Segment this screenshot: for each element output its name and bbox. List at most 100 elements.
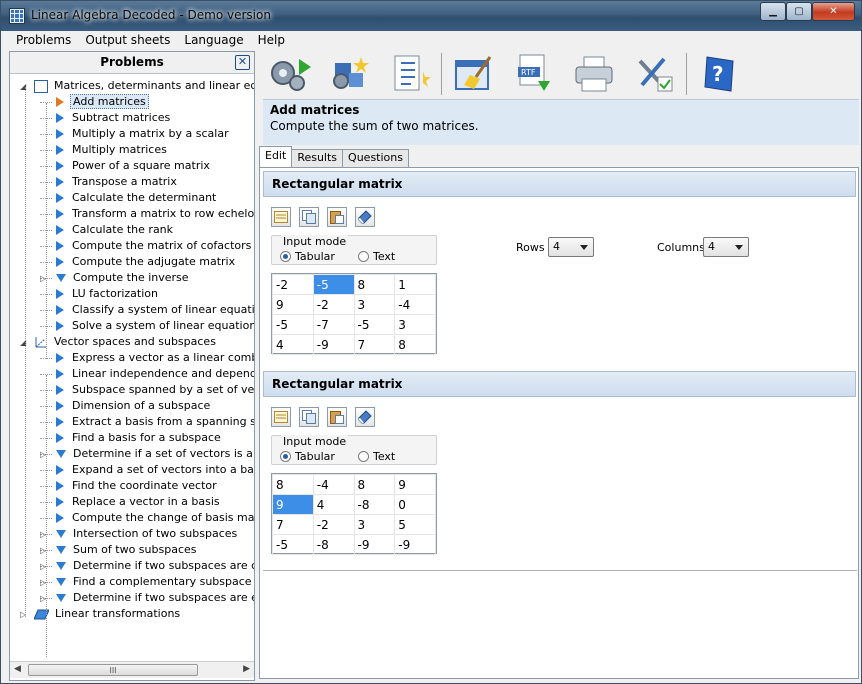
tree-group[interactable]: ◢ Vector spaces and subspaces — [20, 334, 218, 350]
expand-icon[interactable]: ▷ — [40, 530, 49, 539]
matrix-cell[interactable]: 3 — [394, 314, 436, 335]
tree-horizontal-scrollbar[interactable]: ◀ III ▶ — [10, 661, 254, 678]
tree-item[interactable]: Add matrices — [40, 94, 149, 110]
settings-button[interactable] — [627, 51, 681, 97]
matrix-cell[interactable]: 3 — [353, 514, 396, 535]
solve-button[interactable] — [262, 51, 316, 97]
matrix-cell[interactable]: 0 — [394, 494, 436, 515]
rows-dropdown[interactable]: 4 — [548, 237, 594, 257]
tree-item[interactable]: Extract a basis from a spanning set — [40, 414, 254, 430]
title-bar[interactable]: Linear Algebra Decoded - Demo version ▁ … — [1, 1, 861, 31]
matrix-cell[interactable]: 3 — [353, 294, 396, 315]
minimize-button[interactable]: ▁ — [760, 2, 786, 21]
tree-item[interactable]: ▷ Determine if two subspaces are comp — [40, 558, 254, 574]
matrix-cell[interactable]: 4 — [312, 494, 355, 515]
tree-item[interactable]: Dimension of a subspace — [40, 398, 212, 414]
menu-output-sheets[interactable]: Output sheets — [78, 33, 177, 47]
tree-item[interactable]: ▷ Intersection of two subspaces — [40, 526, 239, 542]
tree-item[interactable]: Multiply matrices — [40, 142, 169, 158]
tree-item[interactable]: Subtract matrices — [40, 110, 172, 126]
tree-item[interactable]: Express a vector as a linear combinat — [40, 350, 254, 366]
matrix-cell[interactable]: -2 — [312, 294, 355, 315]
tree-item[interactable]: Calculate the rank — [40, 222, 175, 238]
expand-icon[interactable]: ▷ — [40, 578, 49, 587]
matrix-cell[interactable]: -2 — [272, 274, 314, 295]
matrix-cell[interactable]: 8 — [353, 474, 396, 495]
tab-results[interactable]: Results — [291, 149, 344, 167]
help-button[interactable]: ? — [692, 51, 746, 97]
expand-icon[interactable]: ▷ — [40, 450, 49, 459]
tree-item[interactable]: ▷ Compute the inverse — [40, 270, 191, 286]
matrix-cell[interactable]: 8 — [353, 274, 396, 295]
matrix-cell[interactable]: 4 — [272, 334, 314, 355]
matrix-cell[interactable]: -9 — [394, 534, 436, 555]
tree-item[interactable]: Expand a set of vectors into a basis — [40, 462, 254, 478]
tree-item[interactable]: ▷ Determine if a set of vectors is a basi — [40, 446, 254, 462]
text-radio[interactable]: Text — [358, 250, 395, 263]
tree-item[interactable]: ▷ Sum of two subspaces — [40, 542, 199, 558]
menu-language[interactable]: Language — [177, 33, 250, 47]
maximize-button[interactable]: ▢ — [786, 2, 812, 21]
matrix-cell[interactable]: 9 — [394, 474, 436, 495]
matrix-cell[interactable]: 7 — [353, 334, 396, 355]
tree-item[interactable]: LU factorization — [40, 286, 160, 302]
matrix-cell[interactable]: 8 — [272, 474, 314, 495]
expand-icon[interactable]: ▷ — [40, 546, 49, 555]
close-window-button[interactable]: ✕ — [812, 2, 855, 21]
tree-item[interactable]: Find the coordinate vector — [40, 478, 219, 494]
expand-icon[interactable]: ▷ — [40, 594, 49, 603]
matrix-cell[interactable]: 9 — [272, 294, 314, 315]
tree-item[interactable]: Multiply a matrix by a scalar — [40, 126, 231, 142]
matrix-cell[interactable]: -5 — [353, 314, 396, 335]
tabular-radio[interactable]: Tabular — [280, 250, 335, 263]
copy-button[interactable] — [299, 407, 319, 427]
tree-item[interactable]: Calculate the determinant — [40, 190, 218, 206]
text-radio[interactable]: Text — [358, 450, 395, 463]
matrix-cell[interactable]: -2 — [312, 514, 355, 535]
tree-item[interactable]: Replace a vector in a basis — [40, 494, 222, 510]
erase-button[interactable] — [355, 207, 375, 227]
close-panel-icon[interactable]: ✕ — [235, 55, 250, 70]
matrix-cell[interactable]: -8 — [353, 494, 396, 515]
tabular-radio[interactable]: Tabular — [280, 450, 335, 463]
tree-item[interactable]: Linear independence and dependence — [40, 366, 254, 382]
matrix-cell[interactable]: -7 — [312, 314, 355, 335]
scroll-thumb[interactable]: III — [28, 664, 198, 676]
matrix-cell[interactable]: -4 — [312, 474, 355, 495]
matrix-cell[interactable]: 8 — [394, 334, 436, 355]
tab-questions[interactable]: Questions — [342, 149, 409, 167]
tree-item[interactable]: Power of a square matrix — [40, 158, 212, 174]
tree-item[interactable]: ▷ Determine if two subspaces are equal — [40, 590, 254, 606]
matrix-cell[interactable]: -5 — [312, 274, 355, 295]
matrix-cell[interactable]: 9 — [272, 494, 314, 515]
tree-item[interactable]: Compute the change of basis matrix — [40, 510, 254, 526]
expand-icon[interactable]: ▷ — [40, 274, 49, 283]
export-rtf-button[interactable]: RTF — [507, 51, 561, 97]
matrix-cell[interactable]: -4 — [394, 294, 436, 315]
paste-button[interactable] — [327, 207, 347, 227]
tree-item[interactable]: Subspace spanned by a set of vector — [40, 382, 254, 398]
erase-button[interactable] — [355, 407, 375, 427]
matrix-cell[interactable]: 7 — [272, 514, 314, 535]
tab-edit[interactable]: Edit — [259, 146, 293, 167]
matrix-cell[interactable]: 1 — [394, 274, 436, 295]
edit-matrix-button[interactable] — [271, 207, 291, 227]
tree-item[interactable]: ▷ Find a complementary subspace — [40, 574, 254, 590]
columns-dropdown[interactable]: 4 — [703, 237, 749, 257]
scroll-left-icon[interactable]: ◀ — [14, 664, 21, 674]
tree-group[interactable]: ▷ Linear transformations — [20, 606, 182, 622]
tree-item[interactable]: Solve a system of linear equations — [40, 318, 254, 334]
matrix-cell[interactable]: -8 — [312, 534, 355, 555]
menu-problems[interactable]: Problems — [9, 33, 78, 47]
matrix-cell[interactable]: -5 — [272, 534, 314, 555]
tree-item[interactable]: Transform a matrix to row echelon for — [40, 206, 254, 222]
steps-button[interactable] — [382, 51, 436, 97]
tree-item[interactable]: Transpose a matrix — [40, 174, 179, 190]
matrix-cell[interactable]: -9 — [312, 334, 355, 355]
scroll-right-icon[interactable]: ▶ — [243, 664, 250, 674]
matrix-cell[interactable]: -9 — [353, 534, 396, 555]
matrix-cell[interactable]: -5 — [272, 314, 314, 335]
clear-button[interactable] — [447, 51, 501, 97]
copy-button[interactable] — [299, 207, 319, 227]
print-button[interactable] — [567, 51, 621, 97]
